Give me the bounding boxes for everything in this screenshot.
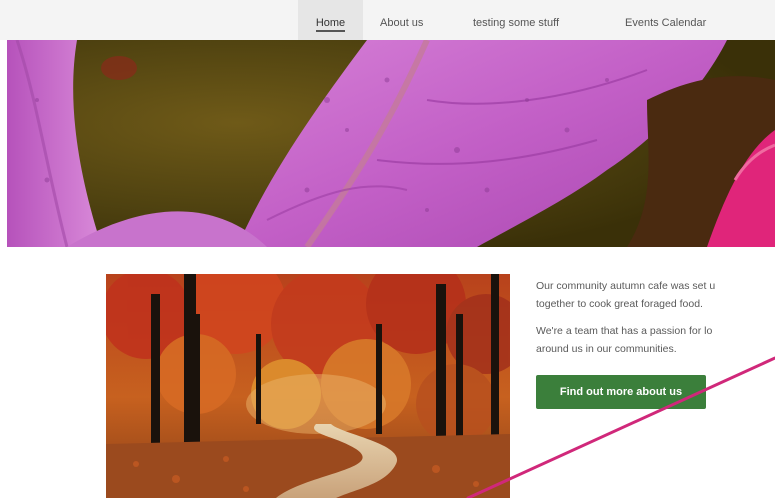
autumn-forest-image [106,274,510,498]
nav-item-events-label: Events Calendar [625,17,707,29]
intro-text-line-1: Our community autumn cafe was set u [536,280,716,292]
hero-banner-image [7,40,775,247]
nav-item-events-calendar[interactable]: Events Calendar [625,0,706,40]
intro-text-line-2: together to cook great foraged food. [536,298,703,310]
page: Home About us testing some stuff Events … [0,0,775,498]
intro-text-line-4: around us in our communities. [536,343,677,355]
nav-item-testing-some-stuff[interactable]: testing some stuff [473,0,559,40]
nav-item-home-label: Home [315,17,346,32]
top-navigation: Home About us testing some stuff Events … [0,0,775,40]
nav-item-testing-label: testing some stuff [473,17,560,29]
nav-item-about-us[interactable]: About us [380,0,423,40]
intro-text-line-3: We're a team that has a passion for lo [536,325,713,337]
nav-item-home[interactable]: Home [298,0,363,40]
nav-item-about-us-label: About us [380,17,424,29]
find-out-more-button[interactable]: Find out more about us [536,375,706,409]
